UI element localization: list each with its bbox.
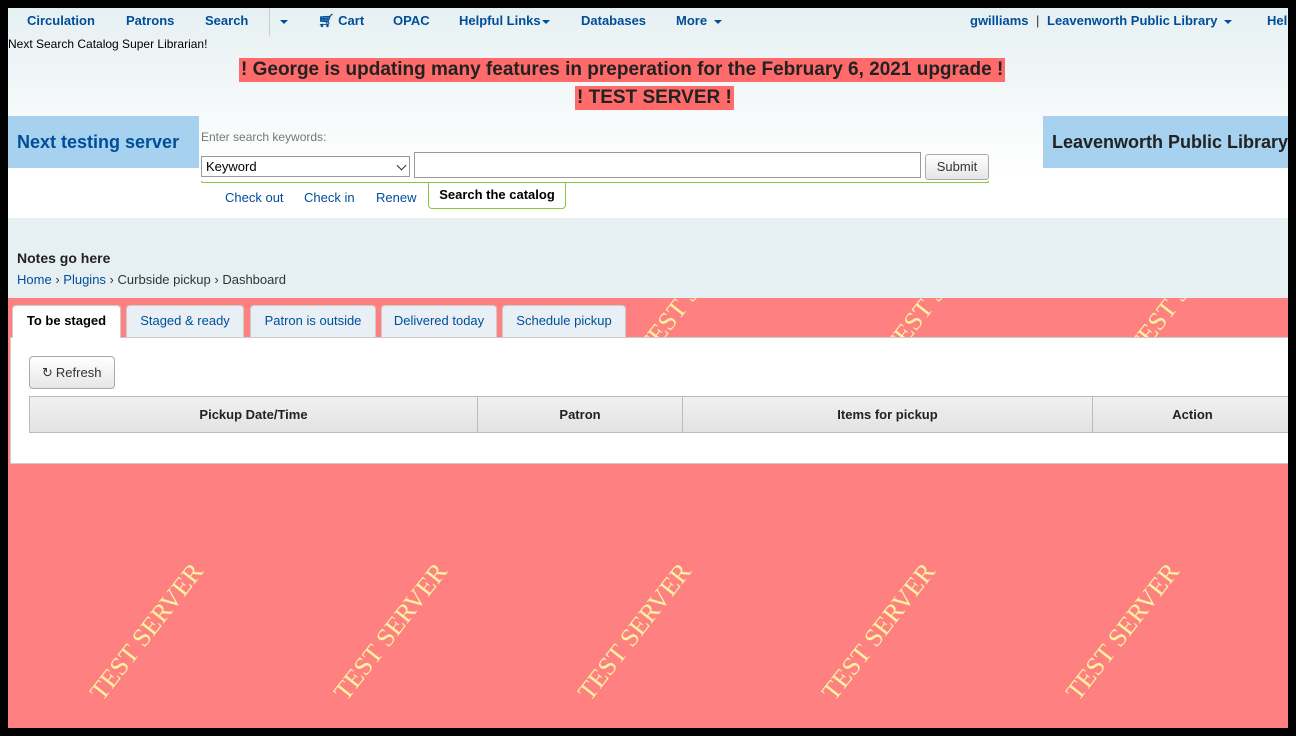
nav-databases[interactable]: Databases: [581, 13, 646, 28]
watermark-text: TEST SERVER: [816, 557, 941, 706]
breadcrumb-separator: ›: [55, 272, 60, 287]
tab-patron-outside[interactable]: Patron is outside: [250, 305, 376, 337]
caret-down-icon: [280, 19, 288, 24]
column-action[interactable]: Action: [1093, 397, 1288, 432]
watermark-text: TEST SERVER: [328, 557, 453, 706]
nav-library[interactable]: Leavenworth Public Library: [1047, 13, 1233, 28]
caret-down-icon: [541, 19, 550, 24]
nav-library-label: Leavenworth Public Library: [1047, 13, 1218, 28]
column-items-for-pickup[interactable]: Items for pickup: [683, 397, 1093, 432]
nav-more[interactable]: More: [676, 13, 722, 28]
refresh-icon: ↻: [42, 365, 53, 380]
search-tab-border: [201, 181, 989, 183]
refresh-button[interactable]: ↻ Refresh: [29, 356, 115, 389]
watermark-text: TEST SERVER: [572, 557, 697, 706]
search-dropdown-toggle[interactable]: [277, 13, 288, 28]
test-server-banner: ! TEST SERVER !: [575, 86, 734, 110]
table-header: Pickup Date/Time Patron Items for pickup…: [29, 396, 1288, 433]
breadcrumb-separator: ›: [214, 272, 219, 287]
tab-search-catalog[interactable]: Search the catalog: [428, 183, 566, 209]
column-pickup-datetime[interactable]: Pickup Date/Time: [30, 397, 478, 432]
tab-renew[interactable]: Renew: [376, 190, 416, 205]
page-subtitle: Next Search Catalog Super Librarian!: [8, 37, 208, 51]
nav-helpful-links[interactable]: Helpful Links: [459, 13, 550, 28]
nav-user[interactable]: gwilliams: [970, 13, 1029, 28]
nav-more-label: More: [676, 13, 708, 28]
nav-help[interactable]: Help: [1267, 13, 1288, 28]
caret-down-icon: [1224, 19, 1233, 24]
search-type-select[interactable]: Keyword: [201, 156, 410, 177]
nav-helpful-links-label: Helpful Links: [459, 13, 541, 28]
nav-opac[interactable]: OPAC: [393, 13, 430, 28]
cart-icon: 🛒︎: [318, 13, 335, 28]
search-label: Enter search keywords:: [201, 130, 327, 144]
nav-circulation[interactable]: Circulation: [27, 13, 95, 28]
nav-patrons[interactable]: Patrons: [126, 13, 174, 28]
server-name-box: Next testing server: [8, 116, 199, 168]
nav-divider: [269, 8, 270, 36]
nav-separator: |: [1036, 13, 1040, 28]
column-patron[interactable]: Patron: [478, 397, 683, 432]
search-input[interactable]: [414, 152, 921, 178]
breadcrumb-separator: ›: [109, 272, 114, 287]
update-notice-banner: ! George is updating many features in pr…: [239, 58, 1006, 82]
library-name-box: Leavenworth Public Library: [1043, 116, 1288, 168]
tab-panel: ↻ Refresh Pickup Date/Time Patron Items f…: [10, 337, 1288, 464]
breadcrumb-plugins[interactable]: Plugins: [63, 272, 106, 287]
breadcrumb-current: Dashboard: [222, 272, 286, 287]
caret-down-icon: [713, 19, 722, 24]
tab-check-in[interactable]: Check in: [304, 190, 355, 205]
refresh-label: Refresh: [55, 365, 102, 380]
breadcrumb-home[interactable]: Home: [17, 272, 52, 287]
watermark-text: TEST SERVER: [1060, 557, 1185, 706]
tab-to-be-staged[interactable]: To be staged: [12, 305, 121, 338]
tab-schedule-pickup[interactable]: Schedule pickup: [502, 305, 626, 337]
breadcrumb-curbside: Curbside pickup: [117, 272, 211, 287]
top-navigation: Circulation Patrons Search 🛒︎ Cart OPAC …: [8, 8, 1288, 36]
submit-button[interactable]: Submit: [925, 154, 989, 180]
nav-search[interactable]: Search: [205, 13, 248, 28]
nav-cart[interactable]: 🛒︎ Cart: [318, 13, 364, 29]
notes-text: Notes go here: [17, 250, 111, 266]
search-type-value: Keyword: [206, 159, 257, 174]
tab-check-out[interactable]: Check out: [225, 190, 284, 205]
watermark-text: TEST SERVER: [84, 557, 209, 706]
tab-delivered-today[interactable]: Delivered today: [381, 305, 497, 337]
breadcrumb: Home › Plugins › Curbside pickup › Dashb…: [17, 272, 286, 287]
nav-cart-label: Cart: [338, 13, 365, 28]
chevron-down-icon: [396, 160, 407, 171]
page-frame: TEST SERVER TEST SERVER TEST SERVER TEST…: [8, 8, 1288, 728]
tab-staged-ready[interactable]: Staged & ready: [126, 305, 244, 337]
